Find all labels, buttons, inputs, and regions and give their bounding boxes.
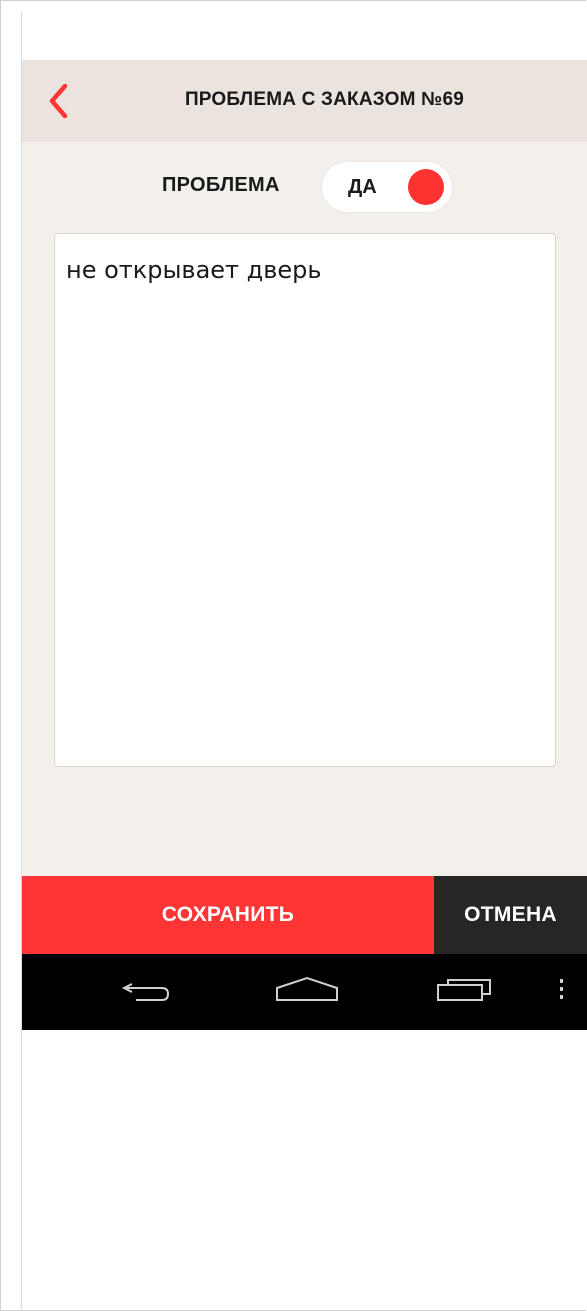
system-back-button[interactable] xyxy=(102,954,192,1030)
problem-toggle[interactable]: ДА xyxy=(322,162,452,212)
page-title: ПРОБЛЕМА С ЗАКАЗОМ №69 xyxy=(184,89,465,110)
android-home-icon xyxy=(276,976,338,1001)
system-nav-bar xyxy=(22,954,587,1030)
toggle-knob xyxy=(408,169,444,205)
top-bar: ПРОБЛЕМА С ЗАКАЗОМ №69 xyxy=(22,60,587,142)
android-back-icon xyxy=(121,983,170,1001)
problem-label: ПРОБЛЕМА xyxy=(162,174,280,196)
system-recents-button[interactable] xyxy=(422,954,512,1030)
cancel-button[interactable]: ОТМЕНА xyxy=(434,876,587,954)
system-menu-button[interactable] xyxy=(542,954,582,1030)
problem-description-field[interactable]: не открывает дверь xyxy=(54,233,556,767)
save-button[interactable]: СОХРАНИТЬ xyxy=(22,876,434,954)
android-recents-icon xyxy=(437,979,491,1001)
toggle-value: ДА xyxy=(348,176,377,198)
overflow-menu-icon xyxy=(560,979,563,999)
app-screen: ПРОБЛЕМА С ЗАКАЗОМ №69 ПРОБЛЕМА ДА не от… xyxy=(22,60,587,1030)
system-home-button[interactable] xyxy=(262,954,352,1030)
